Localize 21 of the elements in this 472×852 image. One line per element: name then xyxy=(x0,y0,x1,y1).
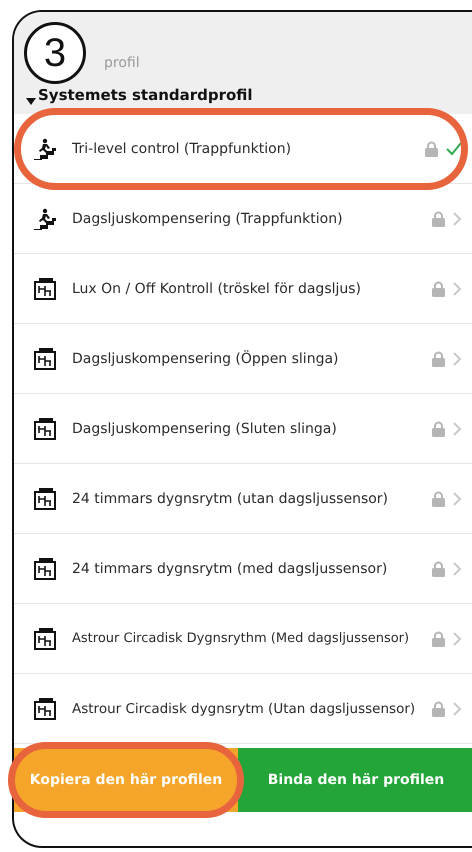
panel-icon xyxy=(33,556,57,580)
stairs-person-icon xyxy=(33,138,57,160)
profile-name: Tri-level control (Trappfunktion) xyxy=(72,140,292,156)
panel-icon xyxy=(33,486,57,510)
header-title: profil xyxy=(104,55,140,71)
profile-name: Lux On / Off Kontroll (tröskel för dagsljus) xyxy=(72,280,362,296)
caret-down-icon xyxy=(26,98,36,106)
profile-name: Astrour Circadisk dygnsrytm (Utan dagsljussensor) xyxy=(72,700,416,716)
profile-name: Dagsljuskompensering (Trappfunktion) xyxy=(72,210,344,226)
group-label: Systemets standardprofil xyxy=(38,86,253,104)
profile-name: 24 timmars dygnsrytm (utan dagsljussensor) xyxy=(72,490,390,506)
profile-name: Dagsljuskompensering (Sluten slinga) xyxy=(72,420,338,436)
panel-icon xyxy=(33,696,57,720)
profile-name: Dagsljuskompensering (Öppen slinga) xyxy=(72,350,340,366)
panel-icon xyxy=(33,416,57,440)
panel-icon xyxy=(33,346,57,370)
panel-icon xyxy=(33,626,57,650)
profile-name: Astrour Circadisk Dygnsrythm (Med dagsljussensor) xyxy=(72,631,410,646)
profile-name: 24 timmars dygnsrytm (med dagsljussensor) xyxy=(72,560,388,576)
stairs-person-icon xyxy=(33,208,57,230)
panel-icon xyxy=(33,276,57,300)
